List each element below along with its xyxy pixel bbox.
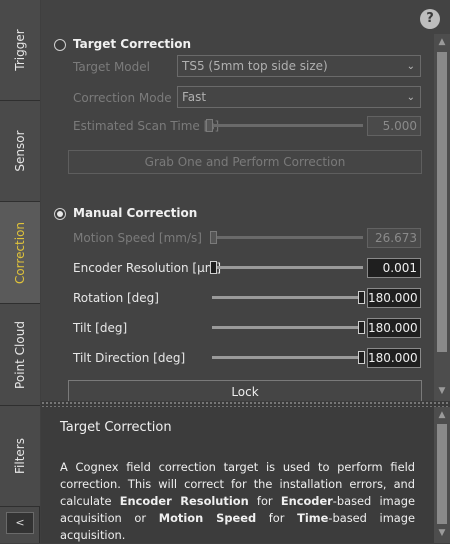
- grab-and-correct-button[interactable]: Grab One and Perform Correction: [68, 150, 422, 174]
- scroll-up-icon[interactable]: ▲: [435, 35, 449, 49]
- tilt-field[interactable]: 180.000: [367, 318, 421, 338]
- manual-correction-radio[interactable]: [54, 208, 66, 220]
- tab-sensor[interactable]: Sensor: [0, 101, 40, 202]
- help-bold-term: Motion Speed: [158, 511, 257, 525]
- scroll-down-icon[interactable]: ▼: [435, 526, 449, 540]
- tab-trigger[interactable]: Trigger: [0, 0, 40, 101]
- encoder-resolution-slider-track[interactable]: [212, 266, 363, 269]
- correction-mode-label: Correction Mode: [73, 91, 172, 105]
- help-bold-term: Time: [297, 511, 329, 525]
- scroll-down-icon[interactable]: ▼: [435, 384, 449, 398]
- motion-speed-slider-track[interactable]: [212, 236, 363, 239]
- manual-correction-header: Manual Correction: [73, 206, 198, 220]
- scan-time-slider-thumb[interactable]: [206, 119, 213, 132]
- tilt-slider-track[interactable]: [212, 326, 363, 329]
- target-model-label: Target Model: [73, 60, 150, 74]
- chevron-down-icon: ⌄: [406, 61, 415, 72]
- help-bold-term: Encoder Resolution: [119, 494, 249, 508]
- rotation-field[interactable]: 180.000: [367, 288, 421, 308]
- motion-speed-label: Motion Speed [mm/s]: [73, 231, 202, 245]
- scrollbar-thumb[interactable]: [437, 52, 447, 352]
- collapse-button[interactable]: <: [6, 512, 34, 534]
- correction-mode-select[interactable]: Fast ⌄: [177, 86, 421, 108]
- tab-label: Correction: [13, 221, 27, 284]
- encoder-resolution-slider-thumb[interactable]: [210, 261, 217, 274]
- help-text: A Cognex field correction target is used…: [60, 460, 416, 542]
- rotation-slider-thumb[interactable]: [358, 291, 365, 304]
- tab-label: Filters: [13, 438, 27, 474]
- tilt-direction-slider-track[interactable]: [212, 356, 363, 359]
- rotation-slider-track[interactable]: [212, 296, 363, 299]
- chevron-down-icon: ⌄: [406, 92, 415, 103]
- lock-button[interactable]: Lock: [68, 380, 422, 402]
- tab-label: Point Cloud: [13, 320, 27, 389]
- scan-time-slider-track[interactable]: [208, 124, 363, 127]
- scan-time-field[interactable]: 5.000: [367, 116, 421, 136]
- correction-mode-value: Fast: [182, 90, 207, 104]
- target-correction-radio[interactable]: [54, 39, 66, 51]
- tab-filters[interactable]: Filters: [0, 406, 40, 507]
- tab-label: Trigger: [13, 29, 27, 71]
- target-model-select[interactable]: TS5 (5mm top side size) ⌄: [177, 55, 421, 77]
- collapse-icon: <: [15, 516, 25, 529]
- help-title: Target Correction: [60, 420, 172, 435]
- tilt-direction-label: Tilt Direction [deg]: [73, 351, 186, 365]
- encoder-resolution-field[interactable]: 0.001: [367, 258, 421, 278]
- tab-point-cloud[interactable]: Point Cloud: [0, 304, 40, 406]
- tilt-direction-slider-thumb[interactable]: [358, 351, 365, 364]
- tab-correction[interactable]: Correction: [0, 202, 40, 304]
- tilt-slider-thumb[interactable]: [358, 321, 365, 334]
- vertical-tab-bar: Trigger Sensor Correction Point Cloud Fi…: [0, 0, 40, 543]
- motion-speed-slider-thumb[interactable]: [210, 231, 217, 244]
- help-bold-term: Encoder: [280, 494, 333, 508]
- tab-label: Sensor: [13, 130, 27, 172]
- target-model-value: TS5 (5mm top side size): [182, 59, 328, 73]
- scroll-up-icon[interactable]: ▲: [435, 408, 449, 422]
- tilt-direction-field[interactable]: 180.000: [367, 348, 421, 368]
- encoder-resolution-label: Encoder Resolution [µm]: [73, 261, 222, 275]
- tilt-label: Tilt [deg]: [73, 321, 128, 335]
- scan-time-label: Estimated Scan Time [s]: [73, 119, 220, 133]
- rotation-label: Rotation [deg]: [73, 291, 159, 305]
- help-icon[interactable]: ?: [420, 9, 440, 29]
- help-scrollbar-thumb[interactable]: [437, 424, 447, 524]
- motion-speed-field[interactable]: 26.673: [367, 228, 421, 248]
- target-correction-header: Target Correction: [73, 37, 192, 51]
